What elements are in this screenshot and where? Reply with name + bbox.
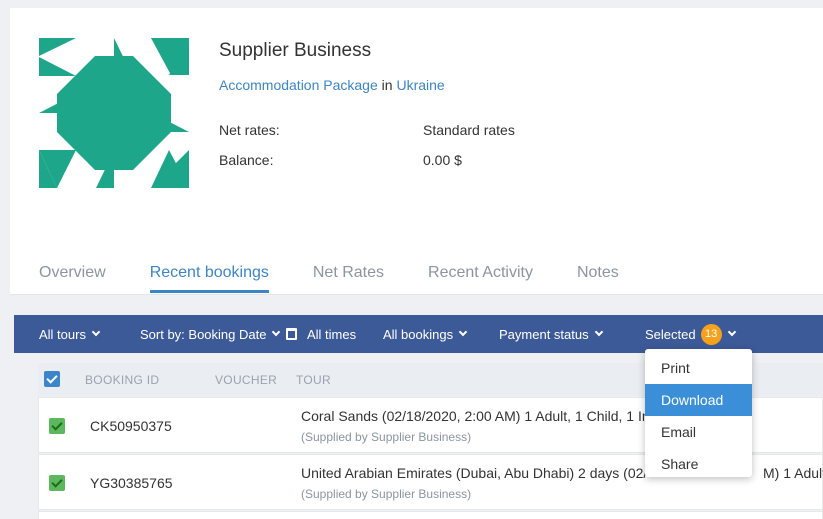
tour-supplier: (Supplied by Supplier Business)	[301, 487, 472, 501]
tour-name: Coral Sands (02/18/2020, 2:00 AM) 1 Adul…	[301, 408, 650, 424]
balance-label: Balance:	[219, 152, 274, 168]
balance-value: 0.00 $	[423, 152, 462, 168]
in-text: in	[381, 77, 393, 93]
bookings-toolbar: All tours Sort by: Booking Date All time…	[14, 315, 823, 353]
booking-id[interactable]: YG30385765	[90, 475, 173, 491]
tour-supplier: (Supplied by Supplier Business)	[301, 430, 472, 444]
all-tours-label: All tours	[39, 326, 86, 342]
all-tours-filter[interactable]: All tours	[39, 315, 101, 353]
payment-status-label: Payment status	[499, 326, 589, 342]
chevron-down-icon	[272, 327, 281, 337]
selected-actions-menu: Print Download Email Share	[645, 349, 752, 477]
payment-status-filter[interactable]: Payment status	[499, 315, 603, 353]
net-rates-label: Net rates:	[219, 122, 280, 138]
supplier-name: Supplier Business	[219, 40, 372, 61]
times-filter[interactable]: All times	[286, 315, 356, 353]
selected-count-badge: 13	[700, 323, 722, 345]
row-checkbox[interactable]	[49, 418, 65, 434]
selected-actions[interactable]: Selected 13	[645, 315, 736, 353]
all-bookings-label: All bookings	[383, 326, 454, 342]
column-voucher: VOUCHER	[215, 373, 278, 387]
row-checkbox[interactable]	[49, 475, 65, 491]
tour-name-end: M) 1 Adult	[763, 465, 823, 481]
all-bookings-filter[interactable]: All bookings	[383, 315, 468, 353]
chevron-down-icon	[727, 327, 736, 337]
chevron-down-icon	[594, 327, 603, 337]
booking-id[interactable]: CK50950375	[90, 418, 172, 434]
sort-label: Sort by: Booking Date	[140, 326, 267, 342]
package-link[interactable]: Accommodation Package	[219, 77, 378, 93]
tour-name: United Arabian Emirates (Dubai, Abu Dhab…	[301, 465, 648, 481]
table-row[interactable]	[38, 511, 823, 519]
times-label: All times	[307, 326, 357, 342]
menu-item-download[interactable]: Download	[645, 384, 752, 416]
column-tour: TOUR	[296, 373, 331, 387]
tab-bar: Overview Recent bookings Net Rates Recen…	[39, 262, 663, 295]
supplier-subtitle: Accommodation Package in Ukraine	[219, 77, 445, 93]
calendar-icon	[286, 328, 297, 340]
menu-item-email[interactable]: Email	[645, 416, 752, 448]
tab-notes[interactable]: Notes	[577, 262, 619, 295]
chevron-down-icon	[91, 327, 101, 337]
menu-item-print[interactable]: Print	[645, 352, 752, 384]
tab-recent-activity[interactable]: Recent Activity	[428, 262, 533, 295]
tab-overview[interactable]: Overview	[39, 262, 106, 295]
tab-recent-bookings[interactable]: Recent bookings	[149, 262, 270, 295]
sort-filter[interactable]: Sort by: Booking Date	[140, 315, 281, 353]
selected-label: Selected	[645, 326, 696, 342]
net-rates-value: Standard rates	[423, 122, 515, 138]
select-all-checkbox[interactable]	[44, 371, 60, 387]
menu-item-share[interactable]: Share	[645, 448, 752, 480]
supplier-logo	[39, 38, 189, 188]
chevron-down-icon	[458, 327, 468, 337]
tab-net-rates[interactable]: Net Rates	[313, 262, 384, 295]
location-link[interactable]: Ukraine	[396, 77, 444, 93]
column-booking-id: BOOKING ID	[85, 373, 160, 387]
